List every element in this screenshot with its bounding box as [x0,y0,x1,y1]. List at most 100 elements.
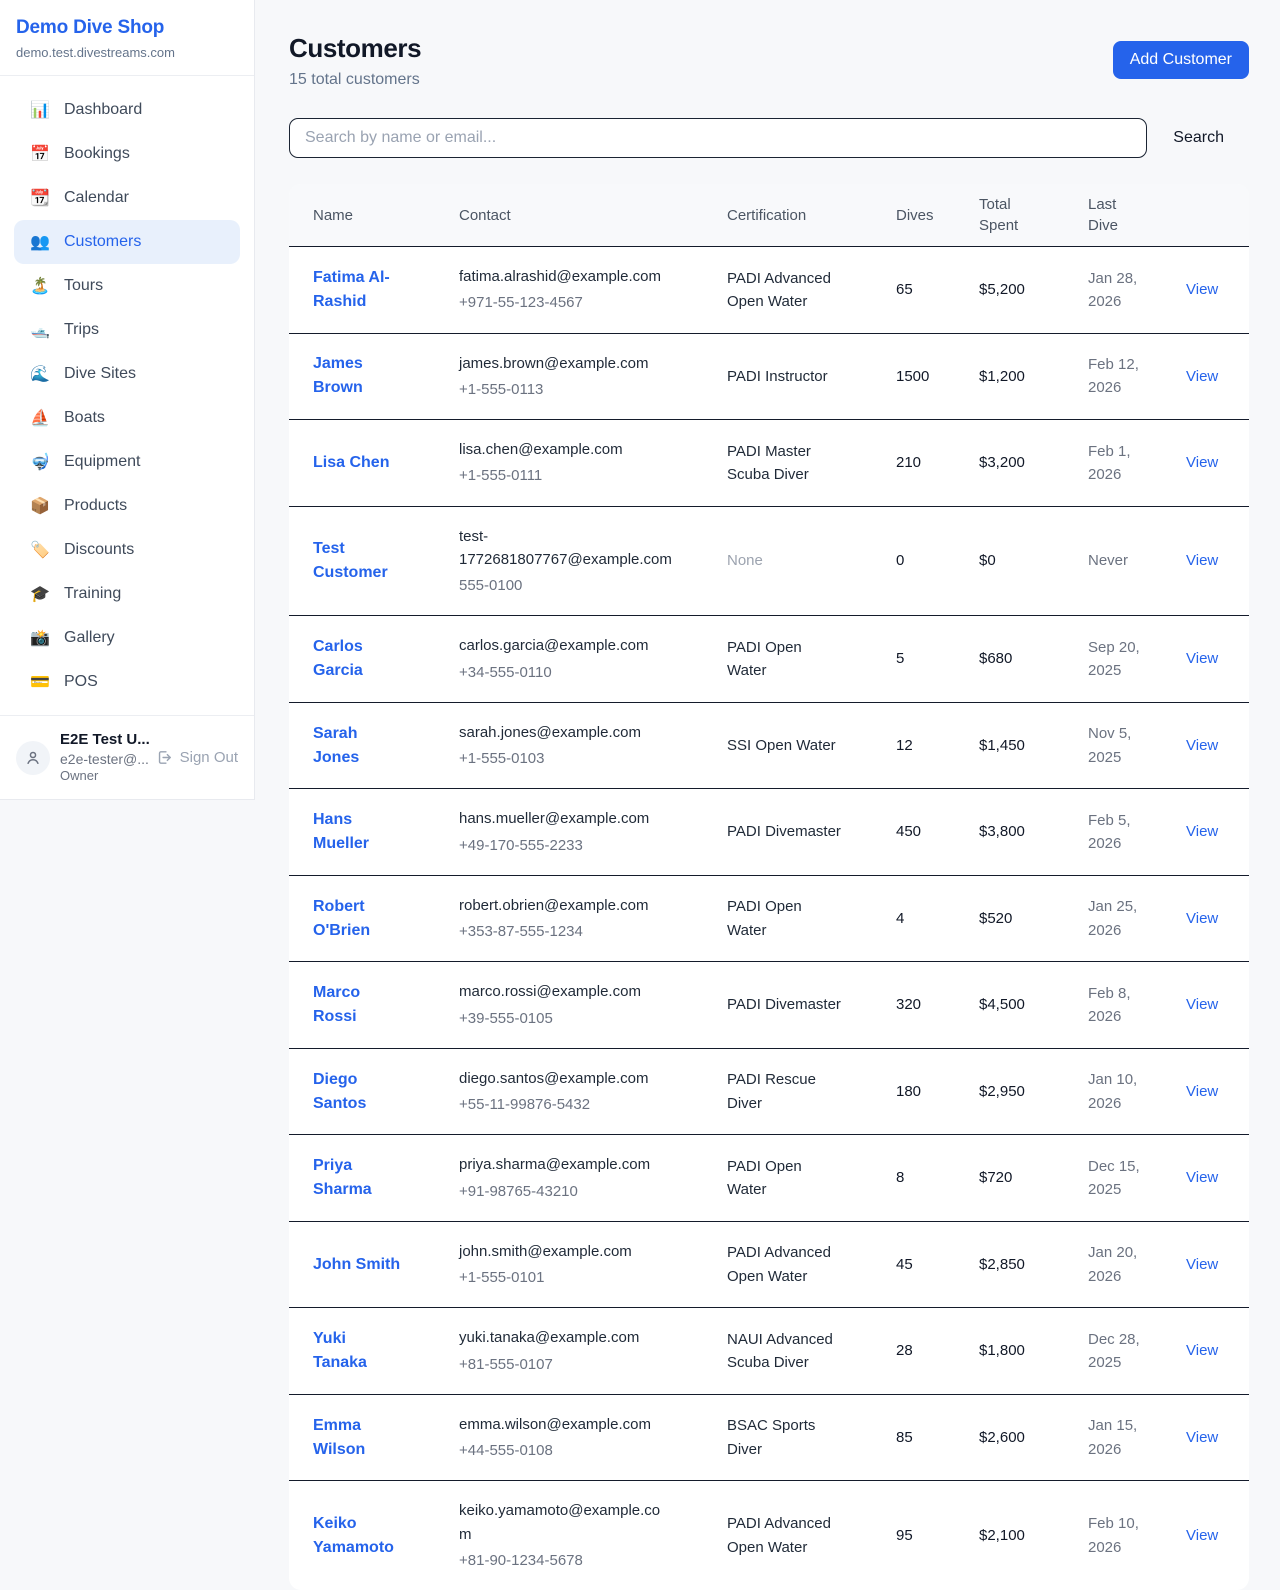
sidebar-item-discounts[interactable]: 🏷️ Discounts [14,528,240,572]
customer-name-link[interactable]: Test Customer [313,537,403,585]
page-title-block: Customers 15 total customers [289,33,421,89]
customers-icon: 👥 [29,232,51,252]
calendar-icon: 📆 [29,188,51,208]
page-header: Customers 15 total customers Add Custome… [289,33,1249,89]
user-role: Owner [60,768,146,785]
pos-icon: 💳 [29,672,51,692]
view-link[interactable]: View [1186,1169,1218,1186]
sidebar-nav: 📊 Dashboard 📅 Bookings 📆 Calendar 👥 Cust… [0,76,254,704]
customers-table-card: Name Contact Certification Dives Total S… [289,184,1249,1590]
table-row: Lisa Chen lisa.chen@example.com +1-555-0… [289,420,1249,507]
customer-name-link[interactable]: Fatima Al-Rashid [313,266,403,314]
dive-sites-icon: 🌊 [29,364,51,384]
sidebar-item-dashboard[interactable]: 📊 Dashboard [14,88,240,132]
shop-domain: demo.test.divestreams.com [16,45,238,60]
customer-total-spent: $2,100 [979,1481,1088,1590]
customer-phone: +34-555-0110 [459,661,672,684]
sign-out-button[interactable]: Sign Out [156,749,238,766]
customer-phone: +39-555-0105 [459,1007,672,1030]
table-header-row: Name Contact Certification Dives Total S… [289,184,1249,247]
customer-certification: BSAC Sports Diver [727,1394,896,1481]
customer-last-dive: Jan 25, 2026 [1088,875,1186,962]
sidebar-item-boats[interactable]: ⛵ Boats [14,396,240,440]
customer-certification: None [727,506,896,616]
customer-last-dive: Feb 10, 2026 [1088,1481,1186,1590]
customer-phone: +1-555-0101 [459,1266,672,1289]
view-link[interactable]: View [1186,823,1218,840]
customer-name-link[interactable]: James Brown [313,352,403,400]
sidebar-item-gallery[interactable]: 📸 Gallery [14,616,240,660]
view-link[interactable]: View [1186,1256,1218,1273]
customer-dives: 320 [896,962,979,1049]
customer-name-link[interactable]: Sarah Jones [313,722,403,770]
sidebar-item-dive-sites[interactable]: 🌊 Dive Sites [14,352,240,396]
customer-email: fatima.alrashid@example.com [459,265,672,288]
customer-phone: +1-555-0113 [459,378,672,401]
customer-name-link[interactable]: Keiko Yamamoto [313,1512,403,1560]
user-meta: E2E Test U... e2e-tester@... Owner [60,730,146,785]
customer-name-link[interactable]: Robert O'Brien [313,895,403,943]
view-link[interactable]: View [1186,552,1218,569]
customer-total-spent: $1,450 [979,702,1088,789]
sidebar-item-trips[interactable]: 🛥️ Trips [14,308,240,352]
customer-name-link[interactable]: Priya Sharma [313,1154,403,1202]
table-row: Emma Wilson emma.wilson@example.com +44-… [289,1394,1249,1481]
view-link[interactable]: View [1186,1342,1218,1359]
customer-dives: 210 [896,420,979,507]
customer-last-dive: Jan 15, 2026 [1088,1394,1186,1481]
view-link[interactable]: View [1186,281,1218,298]
sidebar-item-customers[interactable]: 👥 Customers [14,220,240,264]
search-input[interactable] [289,118,1147,158]
sidebar-item-bookings[interactable]: 📅 Bookings [14,132,240,176]
view-link[interactable]: View [1186,996,1218,1013]
customer-name-link[interactable]: Yuki Tanaka [313,1327,403,1375]
table-row: James Brown james.brown@example.com +1-5… [289,333,1249,420]
customer-email: james.brown@example.com [459,352,672,375]
view-link[interactable]: View [1186,368,1218,385]
customer-phone: +971-55-123-4567 [459,291,672,314]
sidebar-item-products[interactable]: 📦 Products [14,484,240,528]
customer-last-dive: Feb 5, 2026 [1088,789,1186,876]
add-customer-button[interactable]: Add Customer [1113,41,1249,79]
column-header-contact: Contact [459,184,727,247]
customer-name-link[interactable]: Hans Mueller [313,808,403,856]
column-header-last-dive: Last Dive [1088,184,1186,247]
view-link[interactable]: View [1186,454,1218,471]
sidebar-item-tours[interactable]: 🏝️ Tours [14,264,240,308]
sidebar-item-calendar[interactable]: 📆 Calendar [14,176,240,220]
customer-certification: NAUI Advanced Scuba Diver [727,1308,896,1395]
view-link[interactable]: View [1186,910,1218,927]
view-link[interactable]: View [1186,1083,1218,1100]
customer-dives: 85 [896,1394,979,1481]
customer-name-link[interactable]: Diego Santos [313,1068,403,1116]
customer-name-link[interactable]: Emma Wilson [313,1414,403,1462]
customer-last-dive: Jan 10, 2026 [1088,1048,1186,1135]
view-link[interactable]: View [1186,737,1218,754]
sidebar-user-footer: E2E Test U... e2e-tester@... Owner Sign … [0,715,254,799]
customer-name-link[interactable]: Carlos Garcia [313,635,403,683]
table-row: Robert O'Brien robert.obrien@example.com… [289,875,1249,962]
customer-email: sarah.jones@example.com [459,721,672,744]
discounts-icon: 🏷️ [29,540,51,560]
customer-name-link[interactable]: John Smith [313,1253,400,1277]
training-icon: 🎓 [29,584,51,604]
customer-certification: PADI Divemaster [727,789,896,876]
customer-email: diego.santos@example.com [459,1067,672,1090]
search-button[interactable]: Search [1147,129,1249,147]
sidebar-item-equipment[interactable]: 🤿 Equipment [14,440,240,484]
customer-name-link[interactable]: Marco Rossi [313,981,403,1029]
customer-email: keiko.yamamoto@example.com [459,1499,672,1546]
sidebar-header: Demo Dive Shop demo.test.divestreams.com [0,0,254,76]
customer-total-spent: $1,200 [979,333,1088,420]
sidebar-item-pos[interactable]: 💳 POS [14,660,240,704]
sidebar-item-training[interactable]: 🎓 Training [14,572,240,616]
view-link[interactable]: View [1186,1527,1218,1544]
customer-name-link[interactable]: Lisa Chen [313,451,389,475]
table-row: Fatima Al-Rashid fatima.alrashid@example… [289,247,1249,334]
view-link[interactable]: View [1186,1429,1218,1446]
customer-total-spent: $720 [979,1135,1088,1222]
customer-email: priya.sharma@example.com [459,1153,672,1176]
view-link[interactable]: View [1186,650,1218,667]
customer-total-spent: $1,800 [979,1308,1088,1395]
customer-last-dive: Feb 8, 2026 [1088,962,1186,1049]
